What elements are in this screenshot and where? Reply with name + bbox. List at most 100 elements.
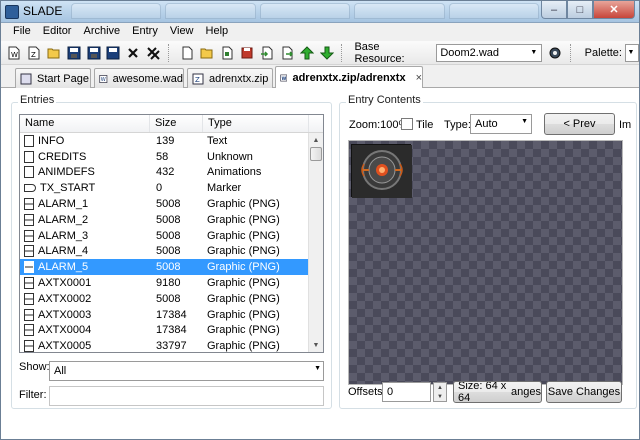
entry-row[interactable]: ALARM_1 5008 Graphic (PNG) [20,196,323,212]
entry-name-cell: AXTX0005 [20,340,150,352]
entry-row[interactable]: ALARM_3 5008 Graphic (PNG) [20,228,323,244]
size-button[interactable]: Size: 64 x 64 anges [453,381,542,403]
base-resource-settings-button[interactable] [546,44,564,62]
entry-row[interactable]: TX_START 0 Marker [20,180,323,196]
spin-down-icon[interactable]: ▼ [434,392,446,401]
new-entry-button[interactable] [178,44,196,62]
scroll-up-icon[interactable]: ▲ [309,133,323,147]
entry-row[interactable]: ALARM_2 5008 Graphic (PNG) [20,212,323,228]
type-dropdown[interactable]: Auto ▼ [470,114,532,134]
spin-up-icon[interactable]: ▲ [434,383,446,392]
entry-list-header: Name Size Type [20,115,323,133]
entries-label: Entries [18,94,57,106]
new-entry-icon [182,46,193,59]
show-dropdown[interactable]: All ▼ [49,361,324,381]
zip-icon: Z [192,73,204,84]
entry-row[interactable]: ALARM_4 5008 Graphic (PNG) [20,244,323,260]
tile-checkbox[interactable] [401,118,413,130]
open-icon [47,48,60,58]
prev-button[interactable]: < Prev [544,113,615,135]
new-archive-button[interactable]: W [5,44,23,62]
save-changes-button[interactable]: Save Changes [546,381,622,403]
tab-label: adrenxtx.zip [209,72,269,85]
save-as-button[interactable] [85,44,103,62]
menu-editor[interactable]: Editor [37,23,78,41]
entry-name-cell: INFO [20,134,150,147]
tab-start-page[interactable]: Start Page [15,68,91,88]
minimize-icon: – [550,3,558,16]
background-tab [71,3,162,19]
tab-label: Start Page [37,72,89,85]
export-button[interactable] [238,44,256,62]
menu-view[interactable]: View [164,23,200,41]
move-down-button[interactable] [318,44,336,62]
entry-name: ANIMDEFS [38,166,95,179]
tab-adrenxtx-zip-adrenxtx[interactable]: W adrenxtx.zip/adrenxtx × [275,66,423,89]
new-zip-button[interactable]: Z [25,44,43,62]
entry-list-scrollbar[interactable]: ▲ ▼ [308,133,323,352]
entry-row[interactable]: AXTX0002 5008 Graphic (PNG) [20,291,323,307]
open-button[interactable] [45,44,63,62]
palette-dropdown[interactable]: ▼ [624,43,639,62]
menu-file[interactable]: File [7,23,37,41]
graphic-icon [24,308,34,321]
entry-name: TX_START [40,182,96,195]
delete-button[interactable] [278,44,296,62]
entry-name-cell: CREDITS [20,150,150,163]
entry-row[interactable]: ANIMDEFS 432 Animations [20,165,323,181]
entry-size: 17384 [156,308,187,321]
move-down-icon [319,46,334,60]
maximize-button[interactable]: □ [567,1,593,19]
entry-type: Animations [207,166,262,179]
entry-type: Graphic (PNG) [207,229,280,242]
entry-name-cell: AXTX0003 [20,308,150,321]
entry-row[interactable]: CREDITS 58 Unknown [20,149,323,165]
svg-text:Z: Z [195,76,200,84]
column-type-header[interactable]: Type [203,115,309,132]
move-up-icon [299,45,314,59]
wad-icon: W [99,74,108,83]
base-resource-dropdown[interactable]: Doom2.wad ▼ [436,43,542,62]
column-size-header[interactable]: Size [150,115,203,132]
scroll-down-icon[interactable]: ▼ [309,338,323,352]
offset-spinner[interactable]: ▲ ▼ [433,382,447,402]
entry-row[interactable]: AXTX0004 17384 Graphic (PNG) [20,323,323,339]
menu-archive[interactable]: Archive [77,23,126,41]
new-directory-button[interactable] [198,44,216,62]
graphic-icon [24,245,34,258]
entry-row[interactable]: AXTX0003 17384 Graphic (PNG) [20,307,323,323]
offset-input[interactable]: 0 [382,382,431,402]
menu-entry[interactable]: Entry [126,23,164,41]
marker-icon [24,184,36,193]
background-tab [354,3,445,19]
graphic-icon [24,261,34,274]
next-button-partial[interactable]: Im [619,119,631,131]
chevron-down-icon: ▼ [521,118,528,125]
column-name-header[interactable]: Name [20,115,150,132]
close-all-button[interactable] [144,44,162,62]
tab-awesome-wad[interactable]: W awesome.wad [94,68,184,88]
graphic-canvas[interactable] [348,140,623,385]
tab-close-icon[interactable]: × [416,72,422,84]
move-up-button[interactable] [298,44,316,62]
scrollbar-thumb[interactable] [310,147,322,161]
save-all-button[interactable] [105,44,123,62]
filter-input[interactable] [49,386,324,406]
entry-row[interactable]: INFO 139 Text [20,133,323,149]
import-files-button[interactable] [218,44,236,62]
rename-button[interactable] [258,44,276,62]
entry-size: 139 [156,134,175,147]
save-button[interactable] [65,44,83,62]
entry-row[interactable]: ALARM_5 5008 Graphic (PNG) [20,259,323,276]
close-archive-button[interactable] [124,44,142,62]
minimize-button[interactable]: – [541,1,567,19]
menu-help[interactable]: Help [200,23,235,41]
entry-row[interactable]: AXTX0005 33797 Graphic (PNG) [20,338,323,352]
close-window-button[interactable]: ✕ [593,1,635,19]
type-label: Type: [444,119,471,131]
tab-adrenxtx-zip[interactable]: Z adrenxtx.zip [187,68,273,88]
base-resource-label: Base Resource: [354,40,405,65]
entry-list[interactable]: Name Size Type INFO 139 Text CREDITS 58 Unkno… [19,114,324,353]
save-all-icon [106,46,120,59]
entry-row[interactable]: AXTX0001 9180 Graphic (PNG) [20,275,323,291]
